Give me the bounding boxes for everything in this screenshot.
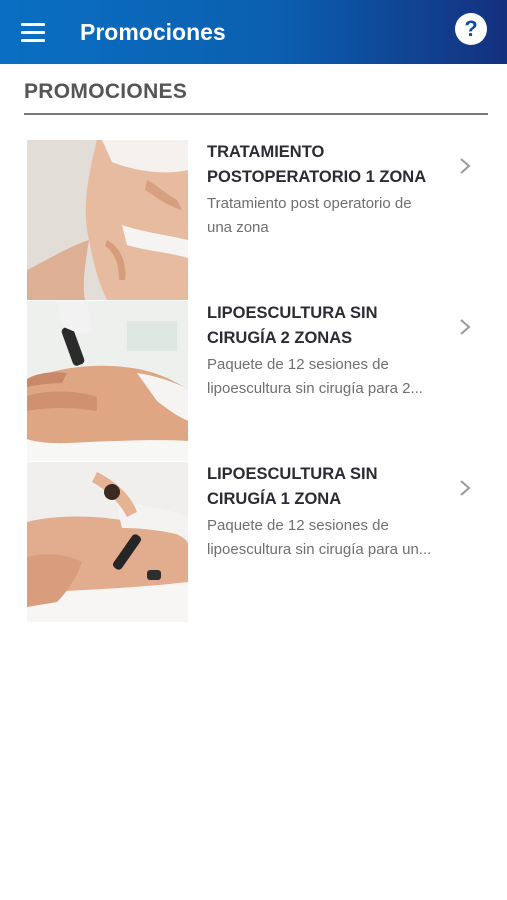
- menu-icon-bar: [21, 22, 45, 26]
- section-divider: [24, 113, 488, 115]
- promotion-item[interactable]: LIPOESCULTURA SIN CIRUGÍA 2 ZONAS Paquet…: [0, 301, 507, 462]
- promotion-item[interactable]: TRATAMIENTO POSTOPERATORIO 1 ZONA Tratam…: [0, 140, 507, 301]
- promotion-title: TRATAMIENTO POSTOPERATORIO 1 ZONA: [207, 143, 427, 186]
- promotion-description: Tratamiento post operatorio de una zona: [207, 192, 465, 240]
- help-icon[interactable]: ?: [455, 13, 487, 45]
- promotion-title: LIPOESCULTURA SIN CIRUGÍA 1 ZONA: [207, 465, 378, 508]
- promotion-description-line: una zona: [207, 219, 269, 236]
- promotion-description-line: lipoescultura sin cirugía para 2...: [207, 380, 423, 397]
- promotion-title: LIPOESCULTURA SIN CIRUGÍA 2 ZONAS: [207, 304, 378, 347]
- massage-treatment-photo: [27, 462, 188, 622]
- lipo-treatment-photo: [27, 301, 188, 461]
- promotion-item[interactable]: LIPOESCULTURA SIN CIRUGÍA 1 ZONA Paquete…: [0, 462, 507, 623]
- app-bar: Promociones ?: [0, 0, 507, 64]
- promotions-list: TRATAMIENTO POSTOPERATORIO 1 ZONA Tratam…: [0, 140, 507, 623]
- promotion-description-line: Tratamiento post operatorio de: [207, 195, 412, 212]
- help-glyph: ?: [464, 16, 478, 41]
- app-title: Promociones: [80, 19, 226, 45]
- chevron-right-icon: [460, 158, 471, 174]
- promotion-description-line: Paquete de 12 sesiones de: [207, 517, 389, 534]
- menu-icon-bar: [21, 30, 45, 34]
- promotion-description-line: lipoescultura sin cirugía para un...: [207, 541, 432, 558]
- promotion-description: Paquete de 12 sesiones de lipoescultura …: [207, 353, 465, 401]
- menu-icon-bar: [21, 38, 45, 42]
- chevron-right-icon: [460, 319, 471, 335]
- chevron-right-icon: [460, 480, 471, 496]
- promotion-description: Paquete de 12 sesiones de lipoescultura …: [207, 514, 465, 562]
- body-contour-photo: [27, 140, 188, 300]
- menu-icon[interactable]: [14, 14, 52, 50]
- section-title: PROMOCIONES: [24, 80, 188, 103]
- promotion-description-line: Paquete de 12 sesiones de: [207, 356, 389, 373]
